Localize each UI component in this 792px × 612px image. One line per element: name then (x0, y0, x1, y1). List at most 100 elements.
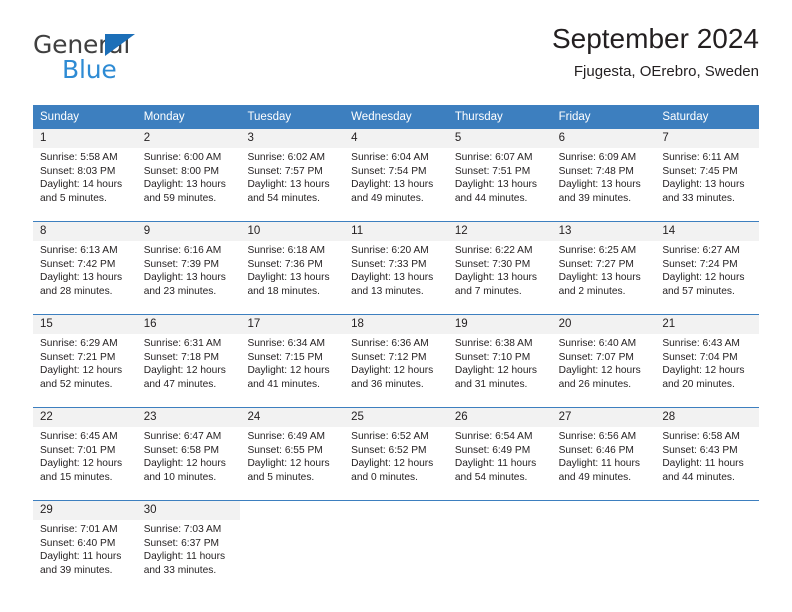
day-cell[interactable]: 26 Sunrise: 6:54 AM Sunset: 6:49 PM Dayligh… (447, 408, 552, 500)
day-number (344, 501, 448, 520)
daylight-text: Daylight: 12 hours and 47 minutes. (143, 365, 226, 390)
day-cell[interactable]: 16 Sunrise: 6:31 AM Sunset: 7:18 PM Dayligh… (136, 315, 241, 407)
sunset-text: Sunset: 7:04 PM (662, 351, 738, 363)
sunrise-text: Sunrise: 6:45 AM (40, 431, 118, 442)
day-cell[interactable]: 13 Sunrise: 6:25 AM Sunset: 7:27 PM Dayligh… (551, 222, 656, 314)
sunset-text: Sunset: 7:18 PM (143, 351, 220, 363)
daylight-text: Daylight: 13 hours and 28 minutes. (40, 272, 123, 297)
day-cell[interactable]: 21 Sunrise: 6:43 AM Sunset: 7:04 PM Dayligh… (655, 315, 760, 407)
daylight-text: Daylight: 12 hours and 36 minutes. (351, 365, 434, 390)
day-cell[interactable]: 20 Sunrise: 6:40 AM Sunset: 7:07 PM Dayligh… (551, 315, 656, 407)
daylight-text: Daylight: 13 hours and 23 minutes. (143, 272, 226, 297)
sunset-text: Sunset: 6:43 PM (662, 444, 738, 456)
day-cell[interactable]: 6 Sunrise: 6:09 AM Sunset: 7:48 PM Daylight… (551, 129, 656, 221)
sunset-text: Sunset: 8:00 PM (143, 165, 220, 177)
day-cell[interactable]: 3 Sunrise: 6:02 AM Sunset: 7:57 PM Daylight… (240, 129, 345, 221)
weekday-header-row: Sunday Monday Tuesday Wednesday Thursday Frid… (33, 105, 759, 129)
sunrise-text: Sunrise: 6:04 AM (351, 152, 429, 163)
daylight-text: Daylight: 12 hours and 10 minutes. (143, 458, 226, 483)
day-details: Sunrise: 5:58 AM Sunset: 8:03 PM Daylight:… (33, 148, 137, 205)
sunrise-text: Sunrise: 6:11 AM (662, 152, 740, 163)
sunset-text: Sunset: 7:36 PM (247, 258, 323, 270)
day-number: 21 (655, 315, 760, 334)
day-cell[interactable]: 12 Sunrise: 6:22 AM Sunset: 7:30 PM Dayligh… (447, 222, 552, 314)
day-cell[interactable]: 19 Sunrise: 6:38 AM Sunset: 7:10 PM Dayligh… (447, 315, 552, 407)
brand-logo[interactable]: General Blue (33, 30, 263, 92)
day-cell[interactable]: 7 Sunrise: 6:11 AM Sunset: 7:45 PM Daylight… (655, 129, 760, 221)
calendar-week-row: 15 Sunrise: 6:29 AM Sunset: 7:21 PM Dayligh… (33, 314, 760, 407)
calendar-page: General Blue September 2024 Fjugesta, OE… (0, 0, 792, 612)
day-number: 28 (655, 408, 760, 427)
day-cell[interactable]: 11 Sunrise: 6:20 AM Sunset: 7:33 PM Dayligh… (344, 222, 448, 314)
daylight-text: Daylight: 13 hours and 49 minutes. (351, 179, 434, 204)
day-number: 16 (136, 315, 241, 334)
sunrise-text: Sunrise: 6:20 AM (351, 245, 429, 256)
daylight-text: Daylight: 12 hours and 52 minutes. (40, 365, 123, 390)
day-cell[interactable]: 1 Sunrise: 5:58 AM Sunset: 8:03 PM Daylight… (33, 129, 137, 221)
day-cell[interactable]: 10 Sunrise: 6:18 AM Sunset: 7:36 PM Dayligh… (240, 222, 345, 314)
day-details: Sunrise: 6:56 AM Sunset: 6:46 PM Daylight:… (552, 427, 656, 484)
sunrise-text: Sunrise: 6:54 AM (454, 431, 533, 442)
day-cell[interactable]: 9 Sunrise: 6:16 AM Sunset: 7:39 PM Daylight… (136, 222, 241, 314)
sunset-text: Sunset: 7:01 PM (40, 444, 116, 456)
day-number: 19 (447, 315, 552, 334)
day-cell[interactable]: 24 Sunrise: 6:49 AM Sunset: 6:55 PM Dayligh… (240, 408, 345, 500)
day-number: 26 (447, 408, 552, 427)
day-cell[interactable]: 5 Sunrise: 6:07 AM Sunset: 7:51 PM Daylight… (447, 129, 552, 221)
day-cell[interactable]: 15 Sunrise: 6:29 AM Sunset: 7:21 PM Dayligh… (33, 315, 137, 407)
weekday-header-tuesday: Tuesday (247, 111, 292, 123)
brand-triangle-icon (105, 34, 135, 56)
sunset-text: Sunset: 7:42 PM (40, 258, 116, 270)
day-cell[interactable]: 14 Sunrise: 6:27 AM Sunset: 7:24 PM Dayligh… (655, 222, 760, 314)
day-cell[interactable]: 30 Sunrise: 7:03 AM Sunset: 6:37 PM Dayligh… (136, 501, 241, 593)
sunset-text: Sunset: 7:12 PM (351, 351, 427, 363)
title-block: September 2024 Fjugesta, OErebro, Sweden (552, 22, 759, 83)
day-cell[interactable]: 28 Sunrise: 6:58 AM Sunset: 6:43 PM Dayligh… (655, 408, 760, 500)
day-number: 2 (136, 129, 241, 148)
day-details: Sunrise: 6:31 AM Sunset: 7:18 PM Daylight:… (137, 334, 241, 391)
daylight-text: Daylight: 12 hours and 26 minutes. (558, 365, 641, 390)
daylight-text: Daylight: 11 hours and 54 minutes. (454, 458, 537, 483)
day-cell[interactable]: 17 Sunrise: 6:34 AM Sunset: 7:15 PM Dayligh… (240, 315, 345, 407)
sunset-text: Sunset: 6:46 PM (558, 444, 634, 456)
sunset-text: Sunset: 7:33 PM (351, 258, 427, 270)
sunset-text: Sunset: 6:55 PM (247, 444, 323, 456)
day-details: Sunrise: 6:09 AM Sunset: 7:48 PM Daylight:… (552, 148, 656, 205)
page-header: General Blue September 2024 Fjugesta, OE… (33, 22, 759, 98)
day-cell[interactable]: 18 Sunrise: 6:36 AM Sunset: 7:12 PM Dayligh… (344, 315, 448, 407)
day-cell[interactable]: 25 Sunrise: 6:52 AM Sunset: 6:52 PM Dayligh… (344, 408, 448, 500)
day-number: 20 (551, 315, 656, 334)
day-cell[interactable]: 27 Sunrise: 6:56 AM Sunset: 6:46 PM Dayligh… (551, 408, 656, 500)
daylight-text: Daylight: 12 hours and 41 minutes. (247, 365, 330, 390)
day-cell[interactable]: 8 Sunrise: 6:13 AM Sunset: 7:42 PM Daylight… (33, 222, 137, 314)
sunset-text: Sunset: 7:54 PM (351, 165, 427, 177)
day-cell[interactable]: 29 Sunrise: 7:01 AM Sunset: 6:40 PM Dayligh… (33, 501, 137, 593)
day-number: 29 (33, 501, 137, 520)
day-details: Sunrise: 6:45 AM Sunset: 7:01 PM Daylight:… (33, 427, 137, 484)
sunrise-text: Sunrise: 6:40 AM (558, 338, 637, 349)
calendar-weeks: 1 Sunrise: 5:58 AM Sunset: 8:03 PM Daylight… (33, 129, 760, 593)
sunrise-text: Sunrise: 6:18 AM (247, 245, 326, 256)
day-cell-empty (344, 501, 448, 593)
sunrise-text: Sunrise: 6:27 AM (662, 245, 740, 256)
day-details: Sunrise: 6:18 AM Sunset: 7:36 PM Daylight:… (240, 241, 344, 298)
weekday-header-friday: Friday (558, 111, 591, 123)
day-details: Sunrise: 6:13 AM Sunset: 7:42 PM Daylight:… (33, 241, 137, 298)
day-cell[interactable]: 23 Sunrise: 6:47 AM Sunset: 6:58 PM Dayligh… (136, 408, 241, 500)
day-details: Sunrise: 6:34 AM Sunset: 7:15 PM Daylight:… (240, 334, 344, 391)
day-number (447, 501, 552, 520)
day-number: 14 (655, 222, 760, 241)
page-title: September 2024 (551, 23, 759, 54)
day-cell[interactable]: 22 Sunrise: 6:45 AM Sunset: 7:01 PM Dayligh… (33, 408, 137, 500)
daylight-text: Daylight: 12 hours and 57 minutes. (662, 272, 745, 297)
day-details: Sunrise: 6:58 AM Sunset: 6:43 PM Daylight:… (655, 427, 759, 484)
sunrise-text: Sunrise: 6:52 AM (351, 431, 429, 442)
daylight-text: Daylight: 11 hours and 33 minutes. (143, 551, 226, 576)
day-number: 11 (344, 222, 448, 241)
sunrise-text: Sunrise: 6:07 AM (454, 152, 533, 163)
day-cell[interactable]: 4 Sunrise: 6:04 AM Sunset: 7:54 PM Daylight… (344, 129, 448, 221)
sunrise-text: Sunrise: 6:25 AM (558, 245, 637, 256)
day-cell[interactable]: 2 Sunrise: 6:00 AM Sunset: 8:00 PM Daylight… (136, 129, 241, 221)
day-details: Sunrise: 6:22 AM Sunset: 7:30 PM Daylight:… (448, 241, 552, 298)
day-details: Sunrise: 6:54 AM Sunset: 6:49 PM Daylight:… (448, 427, 552, 484)
